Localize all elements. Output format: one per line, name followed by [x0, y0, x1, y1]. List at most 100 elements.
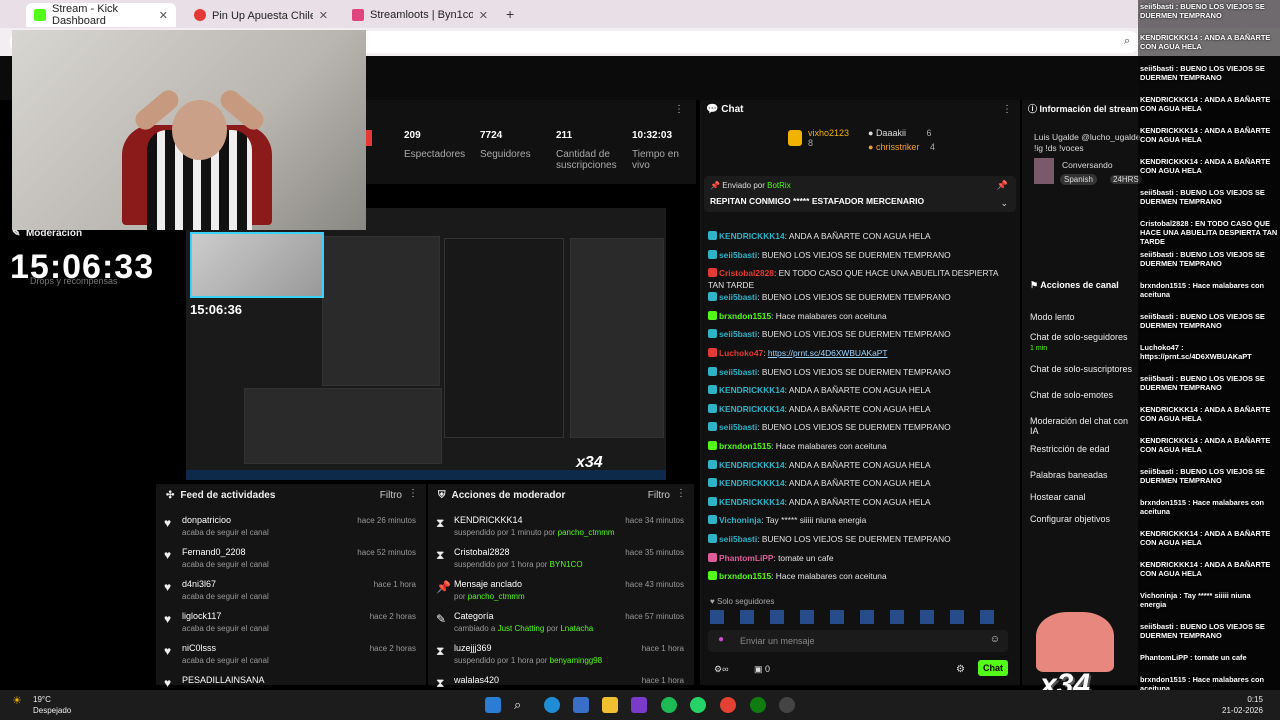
chat-username[interactable]: Cristobal2828	[719, 268, 774, 278]
chat-username[interactable]: brxndon1515	[719, 441, 771, 451]
more-icon[interactable]: ⋮	[1002, 104, 1012, 115]
tab-kick-dashboard[interactable]: Stream - Kick Dashboard ✕	[26, 3, 176, 27]
close-icon[interactable]: ✕	[159, 9, 168, 22]
channel-action-item[interactable]: Chat de solo-emotes	[1030, 390, 1113, 400]
chat-send-button[interactable]: Chat	[978, 660, 1008, 676]
channel-action-item[interactable]: Hostear canal	[1030, 492, 1086, 502]
chat-username[interactable]: brxndon1515	[719, 311, 771, 321]
folder-icon[interactable]	[602, 697, 618, 713]
top-gifter-2: ● Daaakii 6	[868, 128, 932, 138]
chat-message[interactable]: seii5basti: BUENO LOS VIEJOS SE DUERMEN …	[708, 249, 1014, 261]
chat-username[interactable]: seii5basti	[719, 329, 757, 339]
chat-username[interactable]: KENDRICKKK14	[719, 460, 785, 470]
chat-message[interactable]: KENDRICKKK14: ANDA A BAÑARTE CON AGUA HE…	[708, 477, 1014, 489]
channel-action-item[interactable]: Restricción de edad	[1030, 444, 1110, 454]
chat-message[interactable]: KENDRICKKK14: ANDA A BAÑARTE CON AGUA HE…	[708, 496, 1014, 508]
more-icon[interactable]: ⋮	[674, 104, 684, 115]
chat-message[interactable]: PhantomLiPP: tomate un cafe	[708, 552, 1014, 564]
chat-message[interactable]: brxndon1515: Hace malabares con aceituna	[708, 440, 1014, 452]
tab-pinup[interactable]: Pin Up Apuesta Chile ➤ Libro d ✕	[186, 3, 336, 27]
search-icon[interactable]: ⌕	[514, 697, 530, 713]
app-icon[interactable]	[631, 697, 647, 713]
chat-username[interactable]: seii5basti	[719, 250, 757, 260]
xbox-icon[interactable]	[750, 697, 766, 713]
chat-message[interactable]: Cristobal2828: EN TODO CASO QUE HACE UNA…	[708, 267, 1014, 291]
chat-username[interactable]: KENDRICKKK14	[719, 231, 785, 241]
feed-row[interactable]: ♥ donpatricioo acaba de seguir el canal …	[156, 512, 426, 544]
channel-action-item[interactable]: Configurar objetivos	[1030, 514, 1110, 524]
tab-streamloots[interactable]: Streamloots | Byn1co | Apóyam ✕	[344, 3, 496, 27]
filter-button[interactable]: Filtro	[648, 490, 670, 501]
store-icon[interactable]	[573, 697, 589, 713]
spotify-icon[interactable]	[661, 697, 677, 713]
chat-username[interactable]: Luchoko47	[719, 348, 763, 358]
chat-message[interactable]: seii5basti: BUENO LOS VIEJOS SE DUERMEN …	[708, 328, 1014, 340]
chat-message[interactable]: seii5basti: BUENO LOS VIEJOS SE DUERMEN …	[708, 291, 1014, 303]
mod-action-row[interactable]: ⧗ luzejjj369 suspendido por 1 hora por b…	[428, 640, 694, 672]
windows-start-icon[interactable]	[485, 697, 501, 713]
channel-action-item[interactable]: Moderación del chat con IA	[1030, 416, 1138, 436]
more-icon[interactable]: ⋮	[408, 488, 418, 499]
channel-action-item[interactable]: Modo lento	[1030, 312, 1075, 322]
emote-bar[interactable]	[710, 610, 1010, 624]
chat-message[interactable]: Vichoninja: Tay ***** siiiii niuna energ…	[708, 514, 1014, 526]
feed-row[interactable]: ♥ liglock117 acaba de seguir el canal ha…	[156, 608, 426, 640]
chat-message[interactable]: seii5basti: BUENO LOS VIEJOS SE DUERMEN …	[708, 366, 1014, 378]
badge-icon	[708, 249, 717, 259]
chat-username[interactable]: seii5basti	[719, 292, 757, 302]
chat-message[interactable]: KENDRICKKK14: ANDA A BAÑARTE CON AGUA HE…	[708, 403, 1014, 415]
mod-action-row[interactable]: ⧗ Cristobal2828 suspendido por 1 hora po…	[428, 544, 694, 576]
gear-icon[interactable]: ⚙	[956, 664, 965, 675]
chat-username[interactable]: PhantomLiPP	[719, 553, 773, 563]
chat-username[interactable]: Vichoninja	[719, 515, 761, 525]
system-clock[interactable]: 0:15 21-02-2026	[1222, 694, 1263, 716]
chrome-icon[interactable]	[720, 697, 736, 713]
chat-username[interactable]: seii5basti	[719, 422, 757, 432]
chat-username[interactable]: KENDRICKKK14	[719, 478, 785, 488]
chat-message[interactable]: KENDRICKKK14: ANDA A BAÑARTE CON AGUA HE…	[708, 384, 1014, 396]
chat-message[interactable]: seii5basti: BUENO LOS VIEJOS SE DUERMEN …	[708, 421, 1014, 433]
more-icon[interactable]: ⋮	[676, 488, 686, 499]
mod-action-time: hace 43 minutos	[625, 580, 684, 589]
chat-username[interactable]: brxndon1515	[719, 571, 771, 581]
overlay-chat-line: KENDRICKKK14 : ANDA A BAÑARTE CON AGUA H…	[1140, 560, 1271, 578]
chat-text[interactable]: https://prnt.sc/4D6XWBUAKaPT	[768, 348, 888, 358]
chat-username[interactable]: KENDRICKKK14	[719, 385, 785, 395]
chat-message[interactable]: KENDRICKKK14: ANDA A BAÑARTE CON AGUA HE…	[708, 459, 1014, 471]
mod-action-row[interactable]: 📌 Mensaje anclado por pancho_ctmmm hace …	[428, 576, 694, 608]
mod-action-row[interactable]: ✎ Categoría cambiado a Just Chatting por…	[428, 608, 694, 640]
filter-button[interactable]: Filtro	[380, 490, 402, 501]
chat-message[interactable]: KENDRICKKK14: ANDA A BAÑARTE CON AGUA HE…	[708, 230, 1014, 242]
chat-username[interactable]: KENDRICKKK14	[719, 404, 785, 414]
chat-message[interactable]: Luchoko47: https://prnt.sc/4D6XWBUAKaPT	[708, 347, 1014, 359]
pin-icon[interactable]: 📌	[997, 180, 1008, 191]
feed-row[interactable]: ♥ d4ni3l67 acaba de seguir el canal hace…	[156, 576, 426, 608]
chat-input[interactable]: ● Enviar un mensaje ☺	[708, 630, 1008, 652]
zoom-icon[interactable]: ⌕	[1124, 35, 1130, 48]
mod-action-title: walalas420	[454, 675, 500, 685]
pinned-message[interactable]: 📌 Enviado por BotRix REPITAN CONMIGO ***…	[704, 176, 1016, 212]
edge-icon[interactable]	[544, 697, 560, 713]
close-icon[interactable]: ✕	[479, 9, 488, 22]
chat-username[interactable]: seii5basti	[719, 367, 757, 377]
weather-widget[interactable]: 19°C Despejado	[33, 694, 71, 716]
channel-action-item[interactable]: Chat de solo-suscriptores	[1030, 364, 1132, 374]
channel-action-item[interactable]: Palabras baneadas	[1030, 470, 1108, 480]
overlay-chat-line: Vichoninja : Tay ***** siiiii niuna ener…	[1140, 591, 1251, 609]
chevron-down-icon[interactable]: ⌄	[1000, 198, 1008, 209]
chat-username[interactable]: seii5basti	[719, 534, 757, 544]
settings-left-icon[interactable]: ⚙∞	[714, 664, 728, 675]
channel-action-item[interactable]: Chat de solo-seguidores 1 min	[1030, 332, 1128, 352]
new-tab-button[interactable]: +	[506, 6, 514, 22]
mod-action-row[interactable]: ⧗ KENDRICKKK14 suspendido por 1 minuto p…	[428, 512, 694, 544]
whatsapp-icon[interactable]	[690, 697, 706, 713]
feed-row[interactable]: ♥ Fernand0_2208 acaba de seguir el canal…	[156, 544, 426, 576]
chat-username[interactable]: KENDRICKKK14	[719, 497, 785, 507]
chat-message[interactable]: brxndon1515: Hace malabares con aceituna	[708, 570, 1014, 582]
emoji-icon[interactable]: ☺	[990, 634, 1000, 645]
obs-icon[interactable]	[779, 697, 795, 713]
chat-message[interactable]: seii5basti: BUENO LOS VIEJOS SE DUERMEN …	[708, 533, 1014, 545]
feed-row[interactable]: ♥ niC0lsss acaba de seguir el canal hace…	[156, 640, 426, 672]
close-icon[interactable]: ✕	[319, 9, 328, 22]
chat-message[interactable]: brxndon1515: Hace malabares con aceituna	[708, 310, 1014, 322]
